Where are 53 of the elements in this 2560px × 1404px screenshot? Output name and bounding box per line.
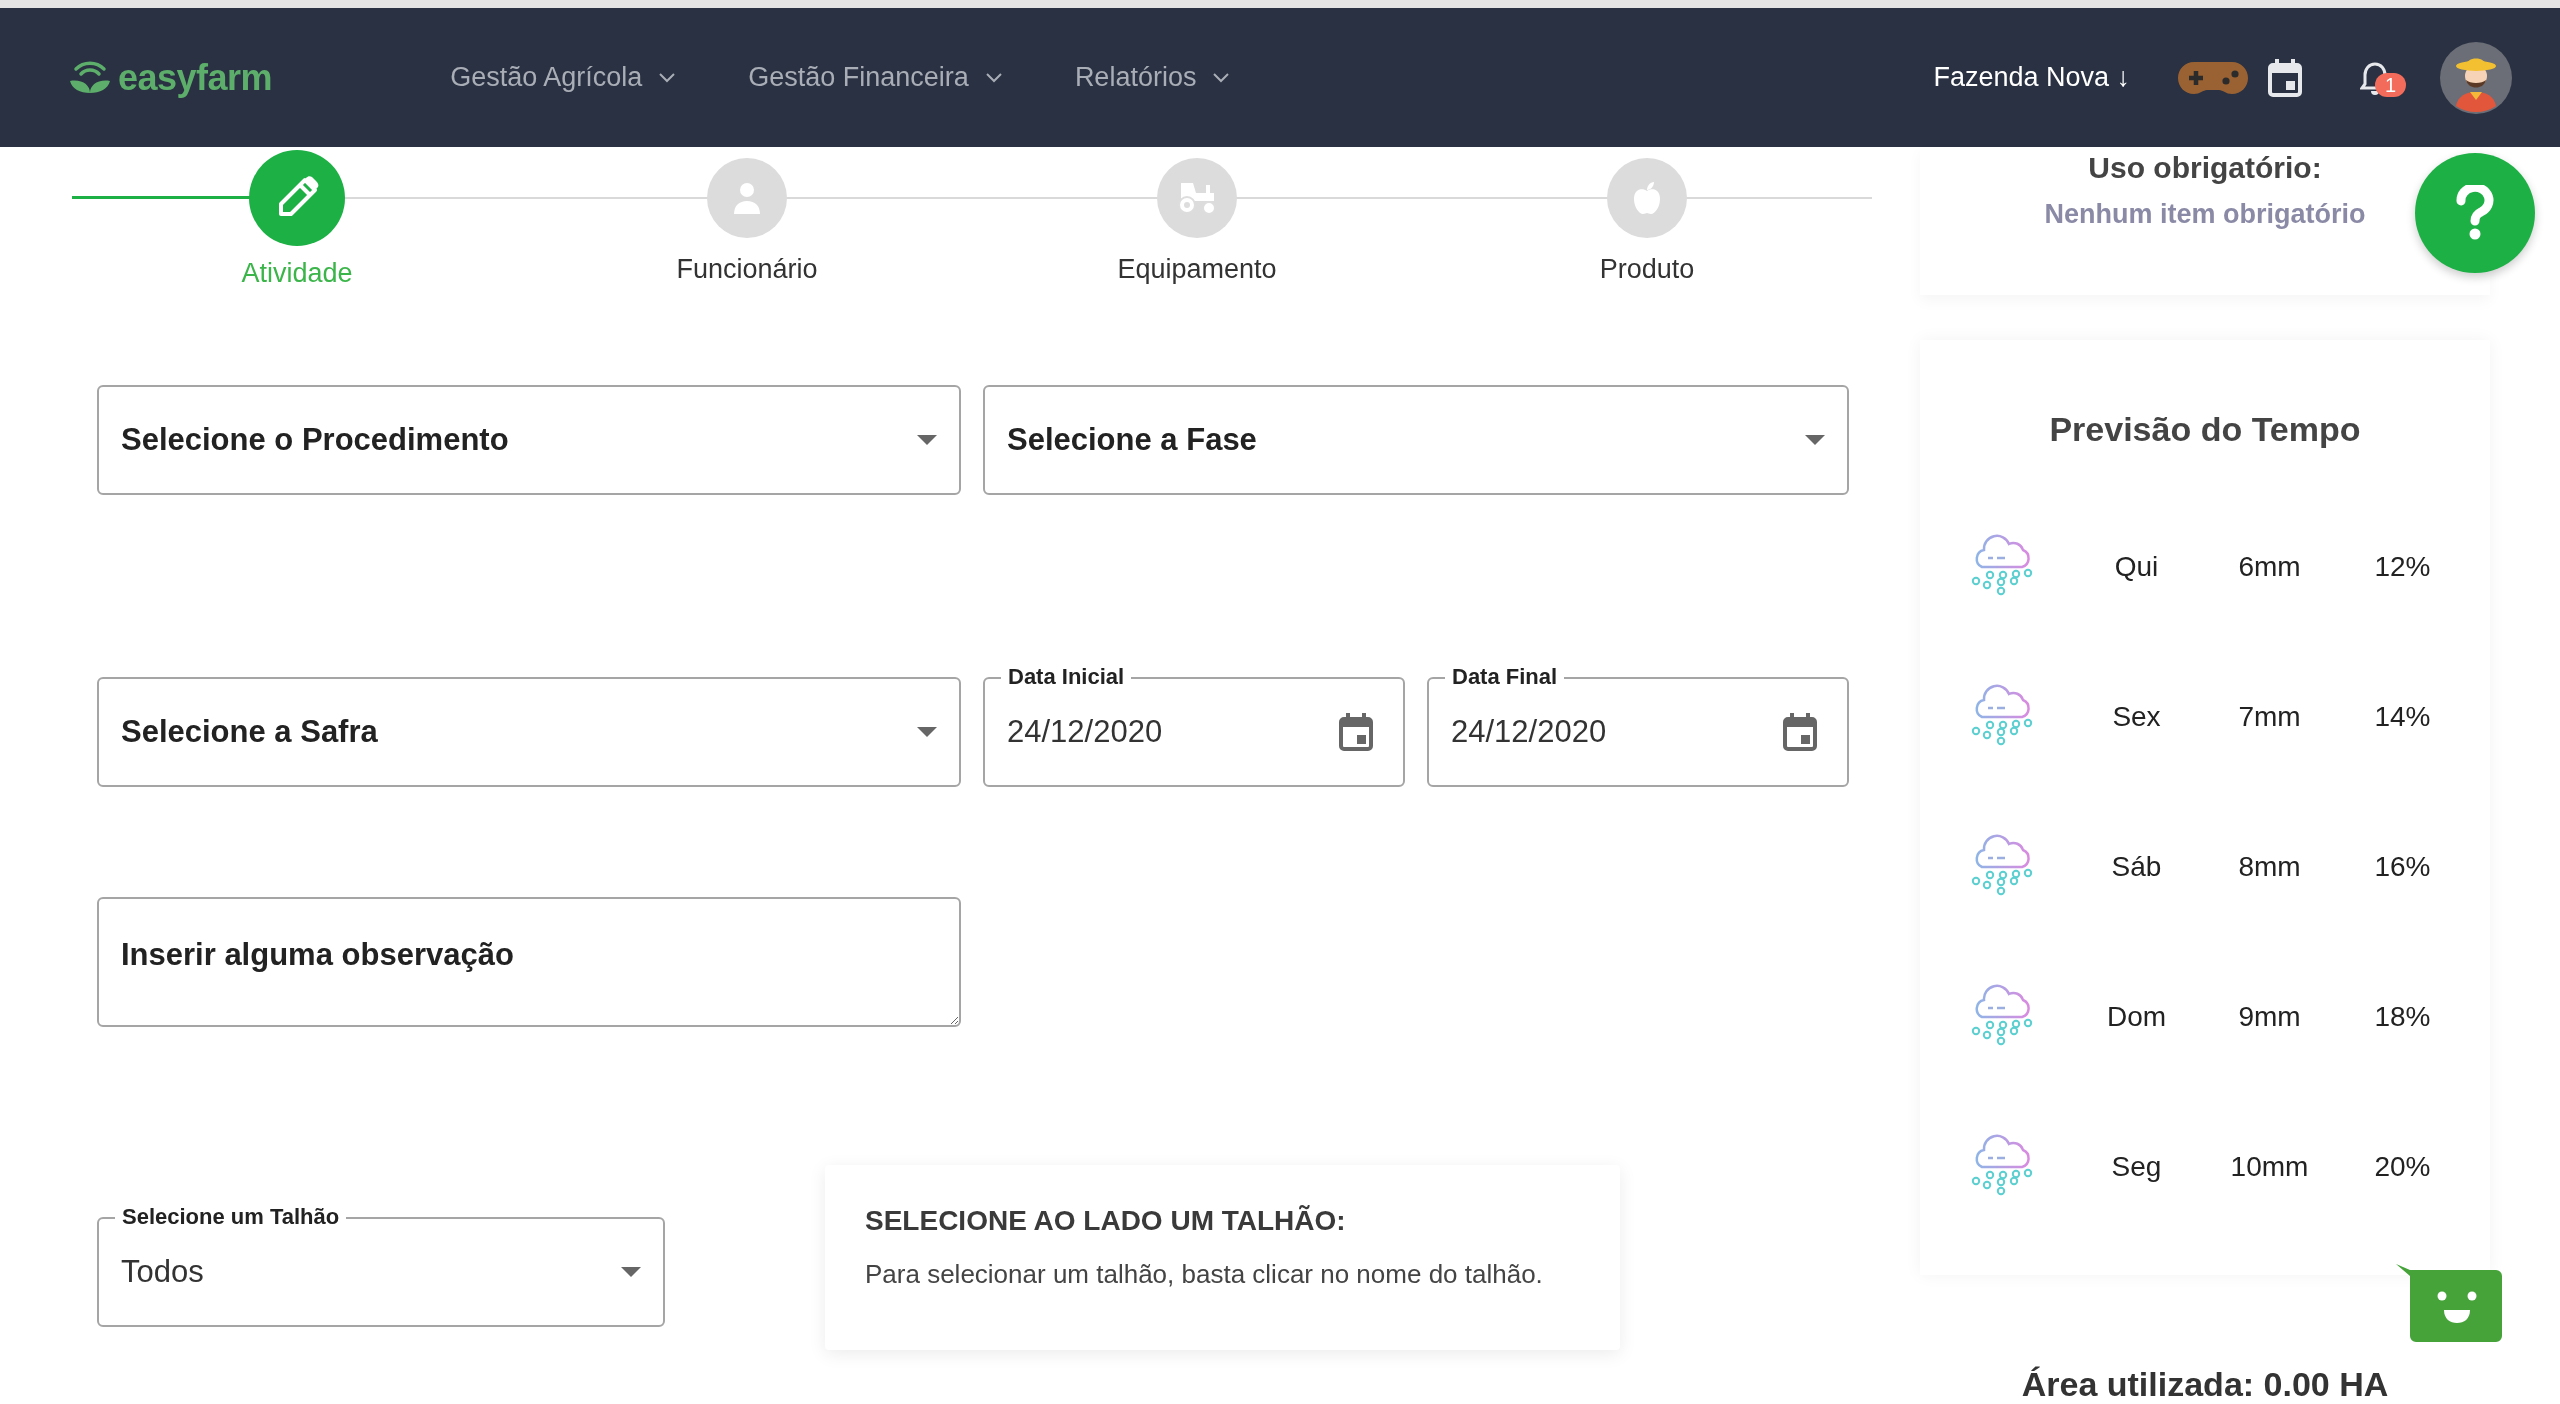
plant-logo-icon bbox=[68, 60, 112, 95]
info-title: SELECIONE AO LADO UM TALHÃO: bbox=[865, 1205, 1347, 1237]
notes-field[interactable]: Inserir alguma observação bbox=[97, 897, 961, 1027]
rain-chance-text: 18% bbox=[2373, 1001, 2432, 1033]
select-field[interactable]: Selecione o Procedimento bbox=[97, 385, 961, 495]
card-title: Uso obrigatório: bbox=[2087, 150, 2323, 185]
rainfall-text: 6mm bbox=[2237, 551, 2302, 583]
caret-icon bbox=[1805, 435, 1825, 445]
nav-menu-item[interactable]: Gestão Financeira bbox=[748, 62, 1003, 93]
person-icon bbox=[732, 182, 762, 214]
step-label: Equipamento bbox=[1117, 254, 1277, 285]
rainfall-text: 9mm bbox=[2237, 1001, 2302, 1033]
question-mark-icon bbox=[2455, 185, 2495, 241]
select-field[interactable]: Selecione a Fase bbox=[983, 385, 1849, 495]
gamepad-icon[interactable] bbox=[2178, 59, 2248, 96]
weekday-text: Sex bbox=[2111, 701, 2162, 733]
chevron-down-icon bbox=[1212, 72, 1231, 83]
weekday-text: Dom bbox=[2105, 1001, 2168, 1033]
weekday-text: Seg bbox=[2110, 1151, 2163, 1183]
rain-chance-text: 14% bbox=[2373, 701, 2432, 733]
avatar-icon[interactable] bbox=[2440, 41, 2512, 114]
chat-bot-button[interactable] bbox=[2396, 1262, 2502, 1342]
step-label: Produto bbox=[1599, 254, 1695, 285]
rainfall-text: 10mm bbox=[2229, 1151, 2310, 1183]
info-text: Para selecionar um talhão, basta clicar no nome do talhão. bbox=[865, 1259, 1544, 1290]
step-label: Funcionário bbox=[676, 254, 818, 285]
notification-badge: 1 bbox=[2375, 72, 2407, 97]
calendar-icon[interactable] bbox=[1783, 713, 1817, 751]
weekday-text: Qui bbox=[2113, 551, 2160, 583]
help-button[interactable] bbox=[2415, 153, 2535, 273]
rainfall-text: 7mm bbox=[2237, 701, 2302, 733]
rainfall-text: 8mm bbox=[2237, 851, 2302, 883]
farm-selector[interactable]: Fazenda Nova ↓ bbox=[1933, 62, 2130, 93]
rain-chance-text: 20% bbox=[2373, 1151, 2432, 1183]
caret-icon bbox=[917, 727, 937, 737]
nav-menu-item[interactable]: Gestão Agrícola bbox=[450, 62, 677, 93]
chevron-down-icon bbox=[984, 72, 1003, 83]
calendar-icon[interactable] bbox=[2268, 58, 2302, 97]
rain-chance-text: 16% bbox=[2373, 851, 2432, 883]
card-title: Previsão do Tempo bbox=[2048, 410, 2362, 449]
rain-chance-text: 12% bbox=[2373, 551, 2432, 583]
caret-icon bbox=[917, 435, 937, 445]
nav-menu-item[interactable]: Relatórios bbox=[1074, 62, 1231, 93]
caret-icon bbox=[621, 1267, 641, 1277]
step-label: Atividade bbox=[241, 258, 353, 289]
select-field[interactable]: Selecione a Safra bbox=[97, 677, 961, 787]
weekday-text: Sáb bbox=[2110, 851, 2163, 883]
apple-icon bbox=[1632, 181, 1662, 215]
empty-message: Nenhum item obrigatório bbox=[2043, 199, 2367, 230]
calendar-icon[interactable] bbox=[1339, 713, 1373, 751]
logo-text[interactable]: easyfarm bbox=[118, 56, 273, 99]
area-used-text: Área utilizada: 0.00 HA bbox=[2020, 1365, 2390, 1404]
chevron-down-icon bbox=[658, 72, 677, 83]
